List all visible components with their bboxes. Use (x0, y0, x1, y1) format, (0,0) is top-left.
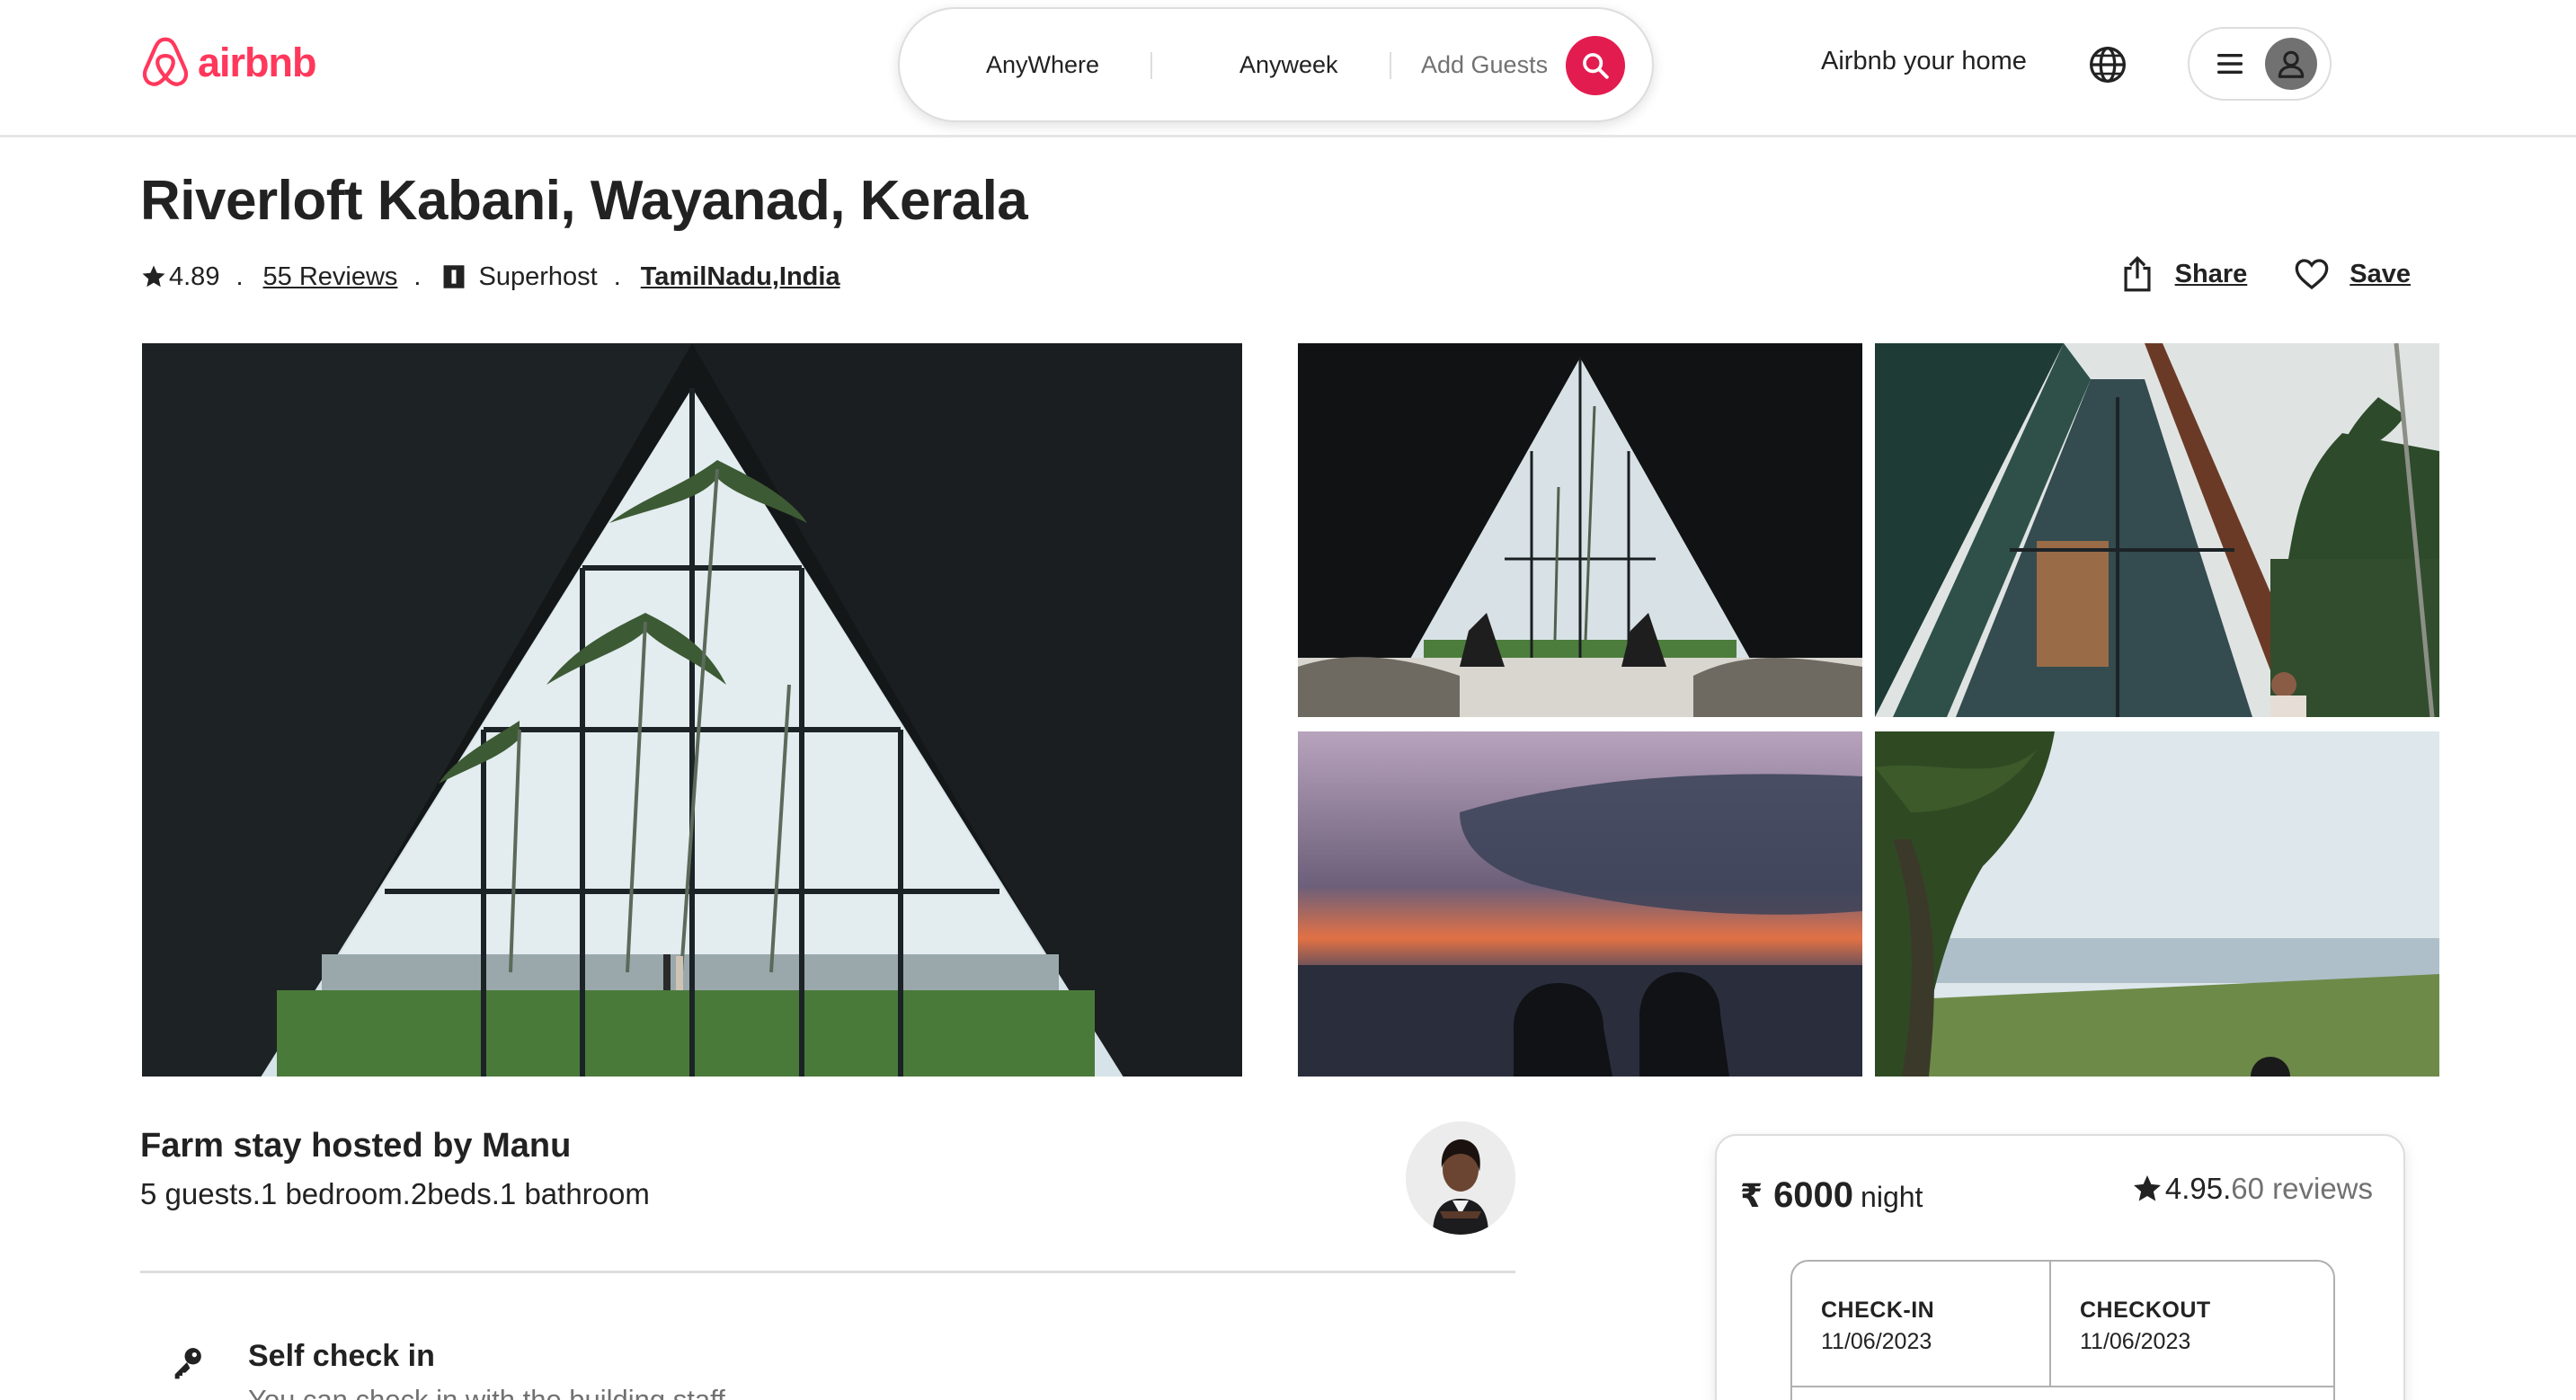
listing-meta: 4.89 . 55 Reviews . Superhost . TamilNad… (140, 261, 840, 293)
top-navbar: airbnb AnyWhere Anyweek Add Guests Airbn… (0, 0, 2576, 137)
search-submit-button[interactable] (1566, 36, 1625, 95)
user-menu-button[interactable] (2188, 27, 2332, 101)
star-icon (142, 265, 165, 288)
meta-separator: . (235, 261, 244, 291)
booking-rating: 4.95. 60 reviews (2131, 1172, 2373, 1206)
checkin-field[interactable]: CHECK-IN 11/06/2023 (1792, 1262, 2051, 1387)
price-unit: night (1861, 1181, 1923, 1213)
search-divider (1150, 52, 1152, 79)
search-icon (1583, 53, 1609, 79)
checkout-field[interactable]: CHECKOUT 11/06/2023 (2051, 1262, 2333, 1387)
superhost-badge-icon (444, 265, 465, 288)
checkout-label: CHECKOUT (2080, 1298, 2211, 1323)
host-avatar[interactable] (1406, 1121, 1515, 1235)
save-button[interactable]: Save (2294, 255, 2411, 293)
hamburger-icon (2217, 54, 2243, 74)
search-where-button[interactable]: AnyWhere (986, 9, 1099, 120)
airbnb-logo[interactable]: airbnb (140, 36, 317, 90)
listing-actions: Share Save (2119, 255, 2411, 293)
currency-symbol: ₹ (1740, 1177, 1763, 1214)
checkout-value: 11/06/2023 (2080, 1329, 2191, 1354)
listing-title: Riverloft Kabani, Wayanad, Kerala (140, 170, 1028, 232)
feature-title: Self check in (248, 1339, 435, 1373)
airbnb-logo-icon (142, 37, 189, 86)
save-label: Save (2349, 259, 2411, 288)
booking-rating-value: 4.95. (2164, 1172, 2232, 1205)
user-icon (2278, 50, 2305, 78)
airbnb-your-home-link[interactable]: Airbnb your home (1821, 47, 2027, 76)
search-week-button[interactable]: Anyweek (1239, 9, 1338, 120)
booking-card: ₹ 6000 night 4.95. 60 reviews CHECK-IN 1… (1715, 1134, 2405, 1400)
section-divider (140, 1271, 1515, 1273)
location-link[interactable]: TamilNadu,India (641, 262, 840, 292)
sunset-image (1298, 731, 1862, 1077)
reviews-link[interactable]: 55 Reviews (263, 262, 398, 292)
gallery-photo-1[interactable] (1298, 343, 1862, 717)
superhost-label: Superhost (478, 261, 598, 291)
stay-title: Farm stay hosted by Manu (140, 1127, 572, 1165)
price: ₹ 6000 night (1740, 1175, 1923, 1216)
checkin-value: 11/06/2023 (1821, 1329, 1932, 1354)
gallery-photo-main[interactable] (142, 343, 1242, 1077)
booking-reviews-link[interactable]: 60 reviews (2231, 1172, 2373, 1206)
gallery-photo-4[interactable] (1875, 731, 2439, 1077)
user-avatar (2265, 38, 2317, 90)
checkin-label: CHECK-IN (1821, 1298, 1935, 1323)
aframe-exterior-image (1875, 343, 2439, 717)
globe-icon[interactable] (2088, 45, 2127, 84)
listing-rating: 4.89 (169, 261, 220, 291)
meta-separator: . (613, 261, 621, 291)
key-icon (174, 1348, 201, 1379)
photo-gallery (140, 341, 2441, 1078)
share-icon (2124, 255, 2151, 292)
share-label: Share (2174, 259, 2248, 288)
star-icon (2133, 1175, 2161, 1201)
date-picker: CHECK-IN 11/06/2023 CHECKOUT 11/06/2023 (1790, 1260, 2335, 1400)
feature-description: You can check in with the building staff (248, 1384, 725, 1400)
heart-icon (2295, 259, 2329, 290)
gallery-photo-3[interactable] (1298, 731, 1862, 1077)
host-photo (1406, 1121, 1515, 1235)
search-bar[interactable]: AnyWhere Anyweek Add Guests (898, 7, 1654, 122)
price-amount: 6000 (1773, 1175, 1854, 1215)
lawn-view-image (1875, 731, 2439, 1077)
stay-details: 5 guests.1 bedroom.2beds.1 bathroom (140, 1177, 650, 1210)
date-picker-divider (1792, 1386, 2333, 1387)
aframe-window-image (142, 343, 1242, 1077)
meta-separator: . (413, 261, 422, 291)
search-guests-button[interactable]: Add Guests (1421, 9, 1548, 120)
interior-view-image (1298, 343, 1862, 717)
search-divider (1390, 52, 1391, 79)
gallery-photo-2[interactable] (1875, 343, 2439, 717)
share-button[interactable]: Share (2119, 255, 2248, 293)
logo-text: airbnb (198, 40, 317, 85)
